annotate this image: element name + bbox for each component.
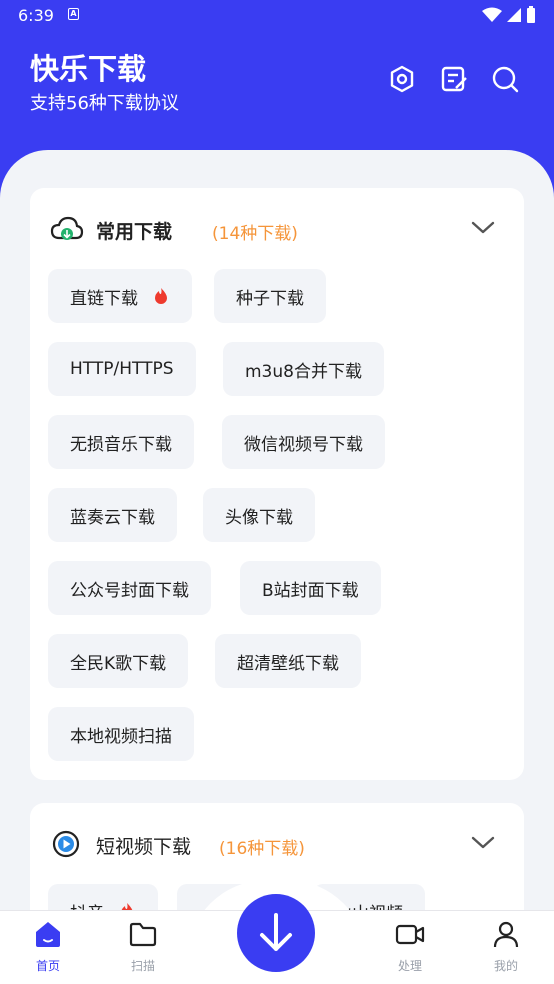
- app-subtitle: 支持56种下载协议: [30, 93, 179, 114]
- tag-torrent[interactable]: 种子下载: [214, 269, 326, 323]
- tag-lanzou[interactable]: 蓝奏云下载: [48, 488, 177, 542]
- chevron-down-icon[interactable]: [470, 833, 496, 853]
- nav-label: 我的: [493, 959, 518, 973]
- tag-m3u8[interactable]: m3u8合并下载: [223, 342, 384, 396]
- status-time: 6:39: [18, 6, 54, 25]
- tag-wallpaper[interactable]: 超清壁纸下载: [215, 634, 361, 688]
- signal-icon: [507, 8, 521, 22]
- tag-label: B站封面下载: [262, 580, 359, 601]
- tag-http[interactable]: HTTP/HTTPS: [48, 342, 196, 396]
- tag-label: 无损音乐下载: [70, 434, 172, 455]
- tag-direct-link[interactable]: 直链下载: [48, 269, 192, 323]
- nav-process[interactable]: 处理: [370, 911, 450, 984]
- tag-douyin[interactable]: 抖音: [48, 884, 158, 910]
- app-title: 快乐下载: [30, 52, 147, 86]
- home-icon: [36, 922, 60, 947]
- common-download-card: 常用下载 (14种下载) 直链下载 种子下载 HTTP/HTTPS m3u8合并…: [30, 188, 524, 780]
- a-icon: A: [68, 8, 79, 20]
- hot-flame-icon: [121, 903, 133, 910]
- video-icon: [395, 924, 425, 945]
- tag-label: 超清壁纸下载: [237, 653, 339, 674]
- tag-wechat-channels[interactable]: 微信视频号下载: [222, 415, 385, 469]
- card-header[interactable]: 常用下载 (14种下载): [30, 188, 524, 268]
- user-icon: [493, 921, 519, 948]
- tag-label: 头像下载: [225, 507, 293, 528]
- tag-official-cover[interactable]: 公众号封面下载: [48, 561, 211, 615]
- card-count: (16种下载): [219, 839, 305, 859]
- status-icons: [482, 6, 536, 24]
- battery-icon: [527, 6, 535, 23]
- card-title: 短视频下载: [96, 836, 192, 858]
- search-icon[interactable]: [490, 64, 520, 94]
- tag-label: m3u8合并下载: [245, 361, 362, 382]
- tag-label: 本地视频扫描: [70, 726, 172, 747]
- tag-label: 种子下载: [236, 288, 304, 309]
- card-count: (14种下载): [212, 224, 298, 244]
- play-circle-icon: [52, 830, 80, 858]
- tag-label: HTTP/HTTPS: [70, 359, 174, 379]
- status-bar: 6:39 A: [0, 0, 554, 30]
- wifi-icon: [482, 7, 502, 22]
- tag-lossless-music[interactable]: 无损音乐下载: [48, 415, 194, 469]
- notes-icon[interactable]: [439, 64, 469, 94]
- tag-local-scan[interactable]: 本地视频扫描: [48, 707, 194, 761]
- chevron-down-icon[interactable]: [470, 218, 496, 238]
- hot-flame-icon: [155, 288, 167, 304]
- tag-kge[interactable]: 全民K歌下载: [48, 634, 189, 688]
- main-content: 常用下载 (14种下载) 直链下载 种子下载 HTTP/HTTPS m3u8合并…: [0, 150, 554, 910]
- tag-avatar[interactable]: 头像下载: [203, 488, 315, 542]
- settings-icon[interactable]: [387, 64, 417, 94]
- tag-label: 抖音: [70, 899, 104, 911]
- nav-label: 处理: [397, 959, 422, 973]
- nav-label: 扫描: [130, 959, 155, 973]
- folder-icon: [129, 922, 157, 947]
- tag-label: 全民K歌下载: [70, 653, 167, 674]
- card-title: 常用下载: [96, 221, 173, 243]
- nav-home[interactable]: 首页: [8, 911, 88, 984]
- tag-label: 公众号封面下载: [70, 580, 189, 601]
- download-fab[interactable]: [237, 894, 315, 972]
- card-header[interactable]: 短视频下载 (16种下载): [30, 803, 524, 883]
- nav-mine[interactable]: 我的: [466, 911, 546, 984]
- tag-label: 微信视频号下载: [244, 434, 363, 455]
- nav-scan[interactable]: 扫描: [103, 911, 183, 984]
- nav-label: 首页: [35, 959, 60, 973]
- cloud-download-icon: [50, 216, 84, 240]
- tag-bilibili-cover[interactable]: B站封面下载: [240, 561, 381, 615]
- download-icon: [260, 913, 292, 951]
- tag-label: 直链下载: [70, 288, 138, 309]
- tag-label: 蓝奏云下载: [70, 507, 155, 528]
